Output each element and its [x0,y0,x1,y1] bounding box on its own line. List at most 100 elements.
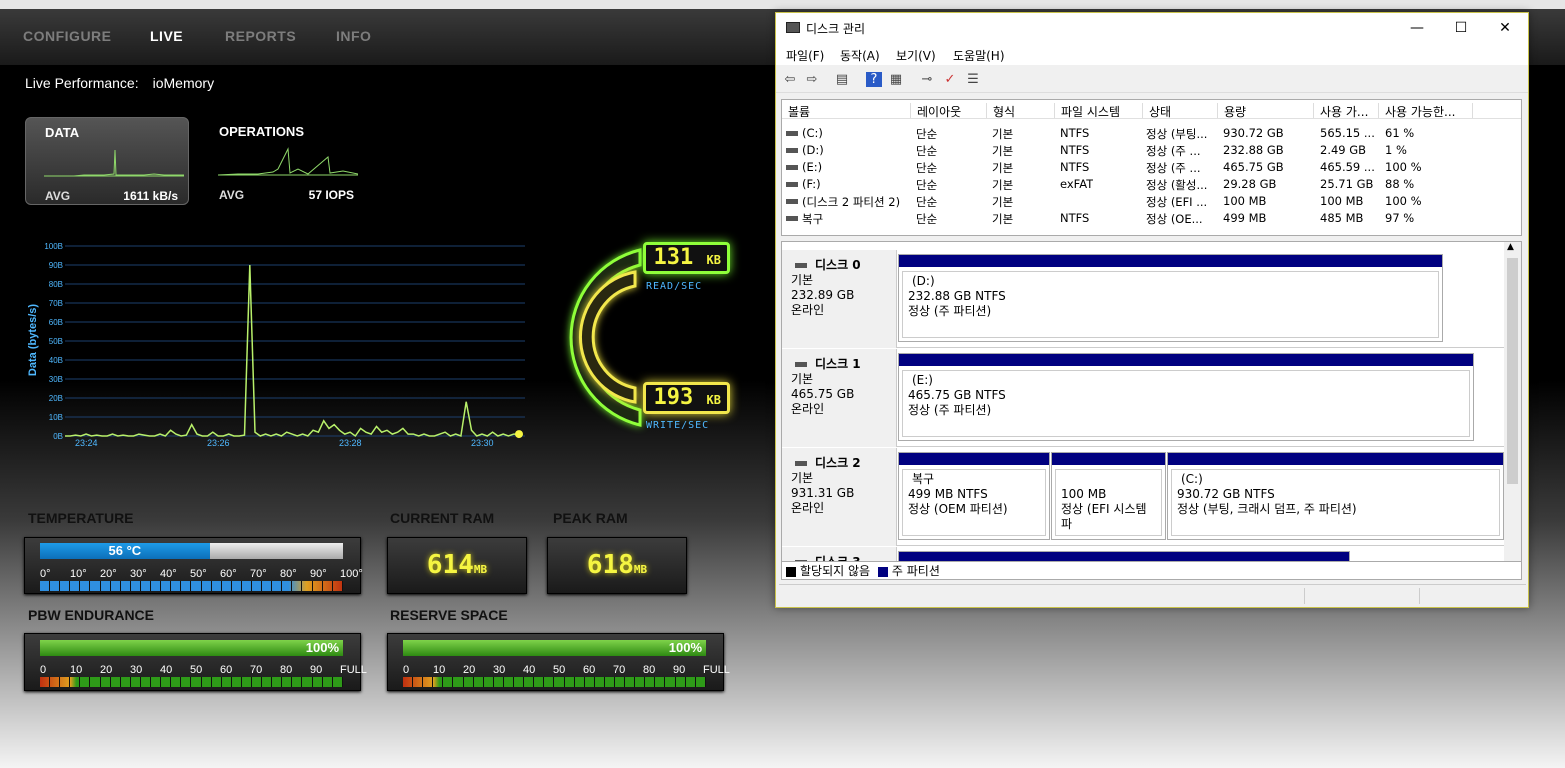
volume-row[interactable]: (D:) 단순 기본 NTFS 정상 (주 ... 232.88 GB 2.49 GB 1 % [782,142,1521,159]
y-tick-label: 90B [49,261,63,270]
console-tree-icon[interactable]: ▤ [834,72,850,87]
partition-status: 정상 (OEM 파티션) [908,502,1008,516]
maximize-button[interactable]: ☐ [1446,17,1476,39]
partition[interactable]: 100 MB 정상 (EFI 시스템 파 [1051,452,1166,540]
connect-icon[interactable]: ⊸ [919,72,935,87]
pbw-ticks [40,677,343,687]
peak-ram-title: PEAK RAM [553,510,628,526]
menu-help[interactable]: 도움말(H) [953,47,1005,64]
volume-row[interactable]: (디스크 2 파티션 2) 단순 기본 정상 (EFI ... 100 MB 100 MB… [782,193,1521,210]
volume-cell: 100 MB [1320,194,1364,208]
menu-file[interactable]: 파일(F) [786,47,824,64]
scale-label: 80° [280,568,297,580]
volume-cell: 단순 [916,127,938,141]
menu-bar: 파일(F) 동작(A) 보기(V) 도움말(H) [776,43,1528,65]
read-rate-unit: KB [706,253,721,267]
volume-cell: 단순 [916,195,938,209]
disk-info[interactable]: 디스크 1 기본 465.75 GB 온라인 [782,349,897,447]
current-ram-unit: MB [473,563,488,576]
disk-size: 232.89 GB [791,288,855,302]
write-rate-label: WRITE/SEC [646,420,710,431]
device-name[interactable]: ioMemory [153,75,214,91]
partition-filesystem: 232.88 GB NTFS [908,289,1006,303]
volume-cell: (D:) [802,143,824,157]
menu-action[interactable]: 동작(A) [840,47,880,64]
properties-icon[interactable]: ▦ [888,72,904,87]
partition[interactable]: 복구 499 MB NTFS 정상 (OEM 파티션) [898,452,1050,540]
scroll-up-icon[interactable]: ▲ [1507,242,1514,252]
partition[interactable]: (D:) 232.88 GB NTFS 정상 (주 파티션) [898,254,1443,342]
column-header[interactable]: 파일 시스템 [1055,103,1143,119]
volume-row[interactable]: (F:) 단순 기본 exFAT 정상 (활성... 29.28 GB 25.71 GB 88… [782,176,1521,193]
help-icon[interactable]: ? [866,72,882,87]
column-header[interactable]: 볼륨 [782,103,911,119]
vertical-scrollbar[interactable]: ▲ ▼ [1504,242,1521,574]
partition-label: (C:) [1181,472,1203,486]
close-button[interactable]: ✕ [1490,17,1520,39]
operations-sparkline [218,147,358,176]
disk-state: 온라인 [791,402,825,416]
operations-card[interactable]: OPERATIONS AVG 57 IOPS [200,117,364,205]
x-axis: 23:24 23:26 23:28 23:30 [75,438,494,448]
scale-label: 90 [310,664,323,676]
x-tick-label: 23:24 [75,438,98,448]
column-header[interactable]: 사용 가... [1314,103,1379,119]
read-rate-label: READ/SEC [646,281,703,292]
peak-ram-value: 618 [586,550,634,580]
back-icon[interactable]: ⇦ [782,72,798,87]
volume-cell: 정상 (OE... [1146,212,1203,226]
volume-row[interactable]: (E:) 단순 기본 NTFS 정상 (주 ... 465.75 GB 465.59 ...… [782,159,1521,176]
scale-label: FULL [703,664,730,676]
minimize-button[interactable]: — [1402,17,1432,39]
pbw-panel: 100% 0 10 20 30 40 50 60 70 80 90 FULL [24,633,367,691]
tab-info[interactable]: INFO [336,28,371,44]
scale-label: 50 [190,664,203,676]
menu-view[interactable]: 보기(V) [896,47,936,64]
scale-label: 50° [190,568,207,580]
scrollbar-thumb[interactable] [1507,258,1518,484]
pbw-title: PBW ENDURANCE [28,607,154,623]
title-bar[interactable]: 디스크 관리 — ☐ ✕ [776,13,1528,43]
volume-cell: 단순 [916,144,938,158]
tab-live[interactable]: LIVE [150,28,183,44]
partition-status: 정상 (부팅, 크래시 덤프, 주 파티션) [1177,502,1357,516]
volume-cell: 기본 [992,127,1014,141]
partition-header [899,453,1049,465]
y-tick-label: 40B [49,356,63,365]
data-card[interactable]: DATA AVG 1611 kB/s [25,117,189,205]
volume-cell: 97 % [1385,211,1415,225]
disk-type: 기본 [791,372,814,386]
column-header[interactable]: 상태 [1143,103,1218,119]
volume-cell: NTFS [1060,126,1090,140]
tab-reports[interactable]: REPORTS [225,28,296,44]
disk-info[interactable]: 디스크 2 기본 931.31 GB 온라인 [782,448,897,546]
partition[interactable]: (E:) 465.75 GB NTFS 정상 (주 파티션) [898,353,1474,441]
volume-row[interactable]: (C:) 단순 기본 NTFS 정상 (부팅... 930.72 GB 565.15 ...… [782,125,1521,142]
column-header[interactable]: 용량 [1218,103,1314,119]
forward-icon[interactable]: ⇨ [804,72,820,87]
data-card-title: DATA [45,125,80,140]
scale-label: 60 [583,664,596,676]
primary-partition-swatch [877,566,888,577]
partition-status: 정상 (EFI 시스템 파 [1061,502,1147,531]
tab-configure[interactable]: CONFIGURE [23,28,112,44]
y-tick-label: 10B [49,413,63,422]
drive-icon [786,148,798,153]
x-tick-label: 23:28 [339,438,362,448]
partition-header [1168,453,1503,465]
volume-row[interactable]: 복구 단순 기본 NTFS 정상 (OE... 499 MB 485 MB 97 % [782,210,1521,227]
disk-name: 디스크 1 [815,357,861,371]
settings-list-icon[interactable]: ☰ [965,72,981,87]
scale-label: 90 [673,664,686,676]
disk-info[interactable]: 디스크 0 기본 232.89 GB 온라인 [782,250,897,348]
gauge-arcs [569,248,642,427]
disk-name: 디스크 2 [815,456,861,470]
checklist-icon[interactable]: ✓ [942,72,958,87]
partition[interactable]: (C:) 930.72 GB NTFS 정상 (부팅, 크래시 덤프, 주 파티션) [1167,452,1504,540]
volume-cell: NTFS [1060,211,1090,225]
column-header[interactable]: 레이아웃 [911,103,987,119]
column-header[interactable]: 사용 가능한... [1379,103,1473,119]
volume-cell: 정상 (주 ... [1146,144,1201,158]
column-header[interactable]: 형식 [987,103,1055,119]
partition-header [1052,453,1165,465]
